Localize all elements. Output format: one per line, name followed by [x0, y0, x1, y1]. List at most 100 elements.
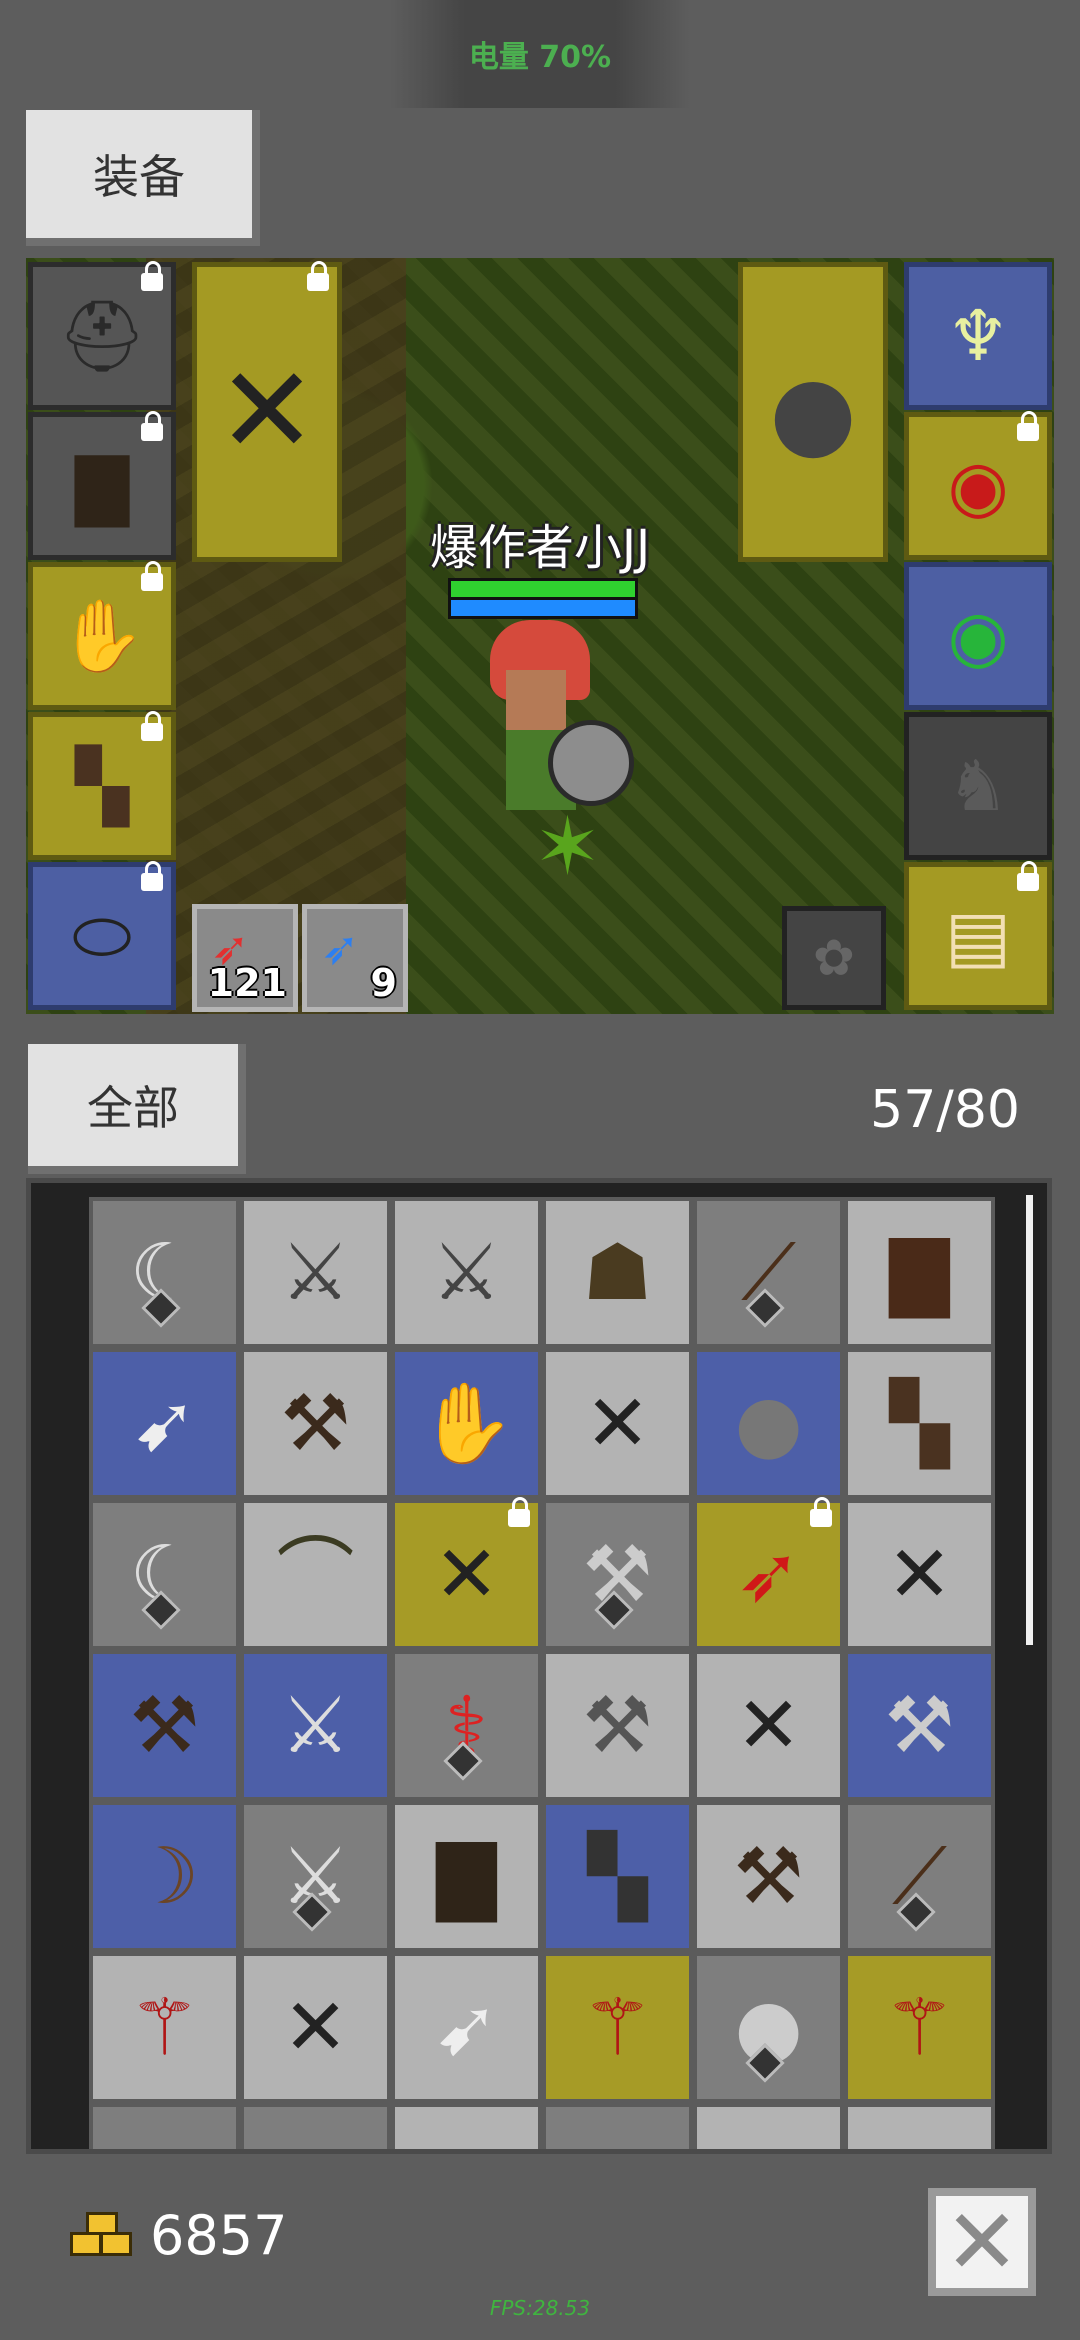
short-sword-icon: ⚔	[280, 1227, 351, 1318]
slot-armor[interactable]: ▇	[28, 411, 176, 560]
inventory-item[interactable]: ●	[693, 1348, 844, 1499]
leather-boots-icon: ▚	[889, 1378, 950, 1469]
crossed-spears-icon: ✕	[433, 1529, 500, 1620]
mana-bar	[448, 597, 638, 619]
battery-status: 电量 70%	[468, 40, 612, 75]
slot-main-weapon[interactable]: ✕	[192, 261, 342, 562]
inventory-item[interactable]	[844, 2103, 995, 2149]
skill-slot[interactable]: ✿	[782, 906, 886, 1010]
inventory-item[interactable]: ☗	[542, 1197, 693, 1348]
slot-ring-2[interactable]: ◉	[904, 562, 1052, 710]
inventory-item[interactable]: ☾	[89, 1499, 240, 1650]
equipment-tab-button[interactable]: 装备	[26, 110, 260, 246]
slot-mount[interactable]: ♞	[904, 712, 1052, 860]
inventory-item[interactable]: ⚕	[391, 1650, 542, 1801]
inventory-item[interactable]	[240, 2103, 391, 2149]
inventory-item[interactable]: ▇	[844, 1197, 995, 1348]
bow-icon: ☽	[129, 1831, 200, 1922]
player-character[interactable]: ✶	[470, 620, 634, 893]
quill-dart-icon: ➹	[131, 1378, 198, 1469]
fps-counter: FPS:28.53	[489, 2296, 591, 2320]
horned-helmet-icon: ⛑	[57, 295, 147, 377]
inventory-item[interactable]: ✕	[542, 1348, 693, 1499]
inventory-item[interactable]: ⚚	[89, 1952, 240, 2103]
blue-feather-icon: ➶	[321, 921, 360, 975]
inventory-scrollbar[interactable]	[1026, 1195, 1033, 1645]
lock-icon	[141, 561, 163, 591]
leather-cap-icon: ⌒	[276, 1529, 355, 1620]
gold-amount: 6857	[150, 2204, 288, 2267]
inventory-item[interactable]: ✕	[240, 1952, 391, 2103]
red-halberd-icon: ⚚	[129, 1982, 200, 2073]
inventory-item[interactable]: ⚒	[89, 1650, 240, 1801]
slot-ring-1[interactable]: ◉	[904, 411, 1052, 560]
inventory-item[interactable]: ⚔	[240, 1197, 391, 1348]
filter-all-button[interactable]: 全部	[28, 1044, 246, 1174]
slot-gloves[interactable]: ✋	[28, 561, 176, 710]
empty-skill-slot-icon: ✿	[813, 929, 855, 987]
inventory-item[interactable]: ▚	[844, 1348, 995, 1499]
inventory-item[interactable]: ▇	[391, 1801, 542, 1952]
inventory-item[interactable]: ⚚	[542, 1952, 693, 2103]
inventory-item[interactable]: ⚔	[391, 1197, 542, 1348]
gold-coins-icon	[70, 2212, 132, 2262]
inventory-item[interactable]: ⚒	[693, 1801, 844, 1952]
dark-armor-icon: ▇	[75, 445, 129, 527]
inventory-item[interactable]: ➹	[391, 1952, 542, 2103]
inventory-item[interactable]	[391, 2103, 542, 2149]
slot-belt[interactable]: ⬭	[28, 861, 176, 1010]
inventory-item[interactable]: ●	[693, 1952, 844, 2103]
inventory-item[interactable]: ⟋	[693, 1197, 844, 1348]
quick-slot-1[interactable]: ➶ 121	[192, 904, 298, 1012]
inventory-item[interactable]: ✕	[844, 1499, 995, 1650]
inventory-item[interactable]: ⌒	[240, 1499, 391, 1650]
inventory-item[interactable]: ⚔	[240, 1801, 391, 1952]
slot-helmet[interactable]: ⛑	[28, 261, 176, 410]
inventory-item[interactable]: ✕	[693, 1650, 844, 1801]
inventory-item[interactable]: ➹	[89, 1348, 240, 1499]
axe-icon: ⚒	[582, 1680, 653, 1771]
inventory-item[interactable]: ✕	[391, 1497, 542, 1650]
lock-icon	[1017, 411, 1039, 441]
slot-scroll[interactable]: ▤	[904, 861, 1052, 1010]
empty-mount-slot-icon: ♞	[946, 745, 1010, 827]
inventory-item[interactable]: ✋	[391, 1348, 542, 1499]
inventory-item[interactable]: ⚒	[542, 1499, 693, 1650]
inventory-item[interactable]: ☽	[89, 1801, 240, 1952]
inventory-item[interactable]	[89, 2103, 240, 2149]
inventory-item[interactable]: ➶	[693, 1497, 844, 1650]
belt-icon: ⬭	[72, 895, 132, 977]
inventory-capacity: 57/80	[870, 1080, 1020, 1140]
red-halberd-icon: ⚚	[582, 1982, 653, 2073]
inventory-item[interactable]: ▚	[542, 1801, 693, 1952]
lock-icon	[141, 861, 163, 891]
inventory-item[interactable]: ⚔	[240, 1650, 391, 1801]
quick-slot-2[interactable]: ➶ 9	[302, 904, 408, 1012]
lock-icon	[141, 711, 163, 741]
inventory-panel: ☾ ⚔ ⚔ ☗ ⟋ ▇ ➹ ⚒ ✋ ✕ ● ▚ ☾ ⌒ ✕ ⚒ ➶ ✕ ⚒ ⚔ …	[26, 1178, 1052, 2154]
lock-icon	[141, 411, 163, 441]
crossed-spears-icon: ✕	[886, 1529, 953, 1620]
leather-glove-icon: ✋	[58, 595, 146, 677]
inventory-item[interactable]: ⚚	[844, 1952, 995, 2103]
hero-face	[506, 670, 566, 730]
spiked-mace-icon: ⚒	[733, 1831, 804, 1922]
inventory-item[interactable]: ⟋	[844, 1801, 995, 1952]
lock-icon	[1017, 861, 1039, 891]
slot-off-hand[interactable]: ●	[738, 262, 888, 562]
inventory-item[interactable]: ☾	[89, 1197, 240, 1348]
spell-scroll-icon: ▤	[944, 895, 1012, 977]
inventory-item[interactable]: ⚒	[240, 1348, 391, 1499]
hood-icon: ☗	[582, 1227, 653, 1318]
inventory-item[interactable]: ⚒	[844, 1650, 995, 1801]
slot-amulet[interactable]: ♆	[904, 262, 1052, 410]
crossed-spears-icon: ✕	[282, 1982, 349, 2073]
close-button[interactable]: ✕	[928, 2188, 1036, 2296]
emerald-ring-icon: ◉	[947, 595, 1009, 677]
axe-icon: ⚒	[884, 1680, 955, 1771]
inventory-item[interactable]: ⚒	[542, 1650, 693, 1801]
inventory-item[interactable]	[693, 2103, 844, 2149]
inventory-item[interactable]	[542, 2103, 693, 2149]
ruby-ring-icon: ◉	[947, 445, 1009, 527]
slot-boots[interactable]: ▚	[28, 711, 176, 860]
